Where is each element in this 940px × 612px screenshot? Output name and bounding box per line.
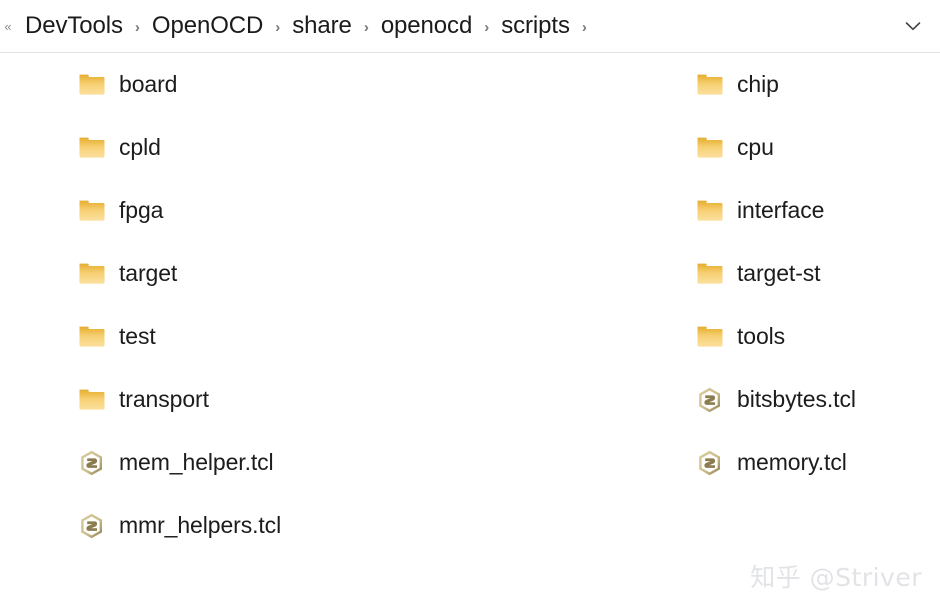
file-list-left-column: board cpld fpga target test transport mem_help… <box>70 53 470 557</box>
folder-icon <box>696 197 724 225</box>
tcl-script-file-icon <box>78 449 106 477</box>
file-list-item[interactable]: cpld <box>70 116 470 179</box>
breadcrumb-separator-icon[interactable]: › <box>266 20 289 35</box>
file-list-item-label: mmr_helpers.tcl <box>119 512 282 538</box>
file-list-item-label: interface <box>737 197 825 223</box>
folder-icon <box>78 134 106 162</box>
breadcrumb-separator-icon[interactable]: › <box>475 20 498 35</box>
file-list-item-label: bitsbytes.tcl <box>737 386 856 412</box>
address-bar[interactable]: « DevTools › OpenOCD › share › openocd › scripts… <box>0 0 940 53</box>
file-list-item-label: tools <box>737 323 786 349</box>
file-list-item[interactable]: fpga <box>70 179 470 242</box>
file-list-item[interactable]: test <box>70 305 470 368</box>
folder-icon <box>78 71 106 99</box>
file-list-item-label: fpga <box>119 197 164 223</box>
file-list-item[interactable]: chip <box>688 53 940 116</box>
file-list-item[interactable]: tools <box>688 305 940 368</box>
file-list-item-label: mem_helper.tcl <box>119 449 274 475</box>
folder-icon <box>78 323 106 351</box>
folder-icon <box>696 134 724 162</box>
tcl-script-file-icon <box>696 386 724 414</box>
breadcrumb-item-openocd[interactable]: openocd <box>378 11 475 41</box>
folder-icon <box>696 71 724 99</box>
file-list-item-label: memory.tcl <box>737 449 847 475</box>
breadcrumb-item-devtools[interactable]: DevTools <box>22 11 126 41</box>
file-list-item[interactable]: mmr_helpers.tcl <box>70 494 470 557</box>
file-list-item[interactable]: target-st <box>688 242 940 305</box>
breadcrumb-item-openocd[interactable]: OpenOCD <box>149 11 266 41</box>
tcl-script-file-icon <box>78 512 106 540</box>
file-list-item-label: chip <box>737 71 779 97</box>
chevron-down-icon <box>902 15 924 37</box>
breadcrumb-separator-icon[interactable]: › <box>573 20 596 35</box>
file-list-item[interactable]: interface <box>688 179 940 242</box>
file-list-item-label: cpld <box>119 134 161 160</box>
file-list-item[interactable]: memory.tcl <box>688 431 940 494</box>
breadcrumb-separator-icon[interactable]: › <box>126 20 149 35</box>
file-list-item[interactable]: target <box>70 242 470 305</box>
file-list-item-label: test <box>119 323 156 349</box>
file-list: board cpld fpga target test transport mem_help… <box>0 53 940 612</box>
file-list-right-column: chip cpu interface target-st tools bitsbytes.… <box>688 53 940 494</box>
file-list-item-label: cpu <box>737 134 774 160</box>
breadcrumb: DevTools › OpenOCD › share › openocd › scripts › <box>16 11 886 41</box>
watermark: 知乎 @Striver <box>750 563 922 592</box>
file-list-item[interactable]: bitsbytes.tcl <box>688 368 940 431</box>
breadcrumb-separator-icon[interactable]: › <box>355 20 378 35</box>
folder-icon <box>78 197 106 225</box>
breadcrumb-item-scripts[interactable]: scripts <box>498 11 573 41</box>
file-list-item-label: target <box>119 260 178 286</box>
file-list-item[interactable]: mem_helper.tcl <box>70 431 470 494</box>
file-list-item-label: target-st <box>737 260 821 286</box>
tcl-script-file-icon <box>696 449 724 477</box>
file-list-item[interactable]: transport <box>70 368 470 431</box>
folder-icon <box>78 260 106 288</box>
breadcrumb-overflow-icon[interactable]: « <box>0 20 16 33</box>
address-dropdown-button[interactable] <box>886 0 940 53</box>
file-list-item-label: transport <box>119 386 209 412</box>
breadcrumb-item-share[interactable]: share <box>289 11 355 41</box>
folder-icon <box>78 386 106 414</box>
file-list-item[interactable]: cpu <box>688 116 940 179</box>
folder-icon <box>696 260 724 288</box>
file-list-item-label: board <box>119 71 178 97</box>
folder-icon <box>696 323 724 351</box>
file-list-item[interactable]: board <box>70 53 470 116</box>
